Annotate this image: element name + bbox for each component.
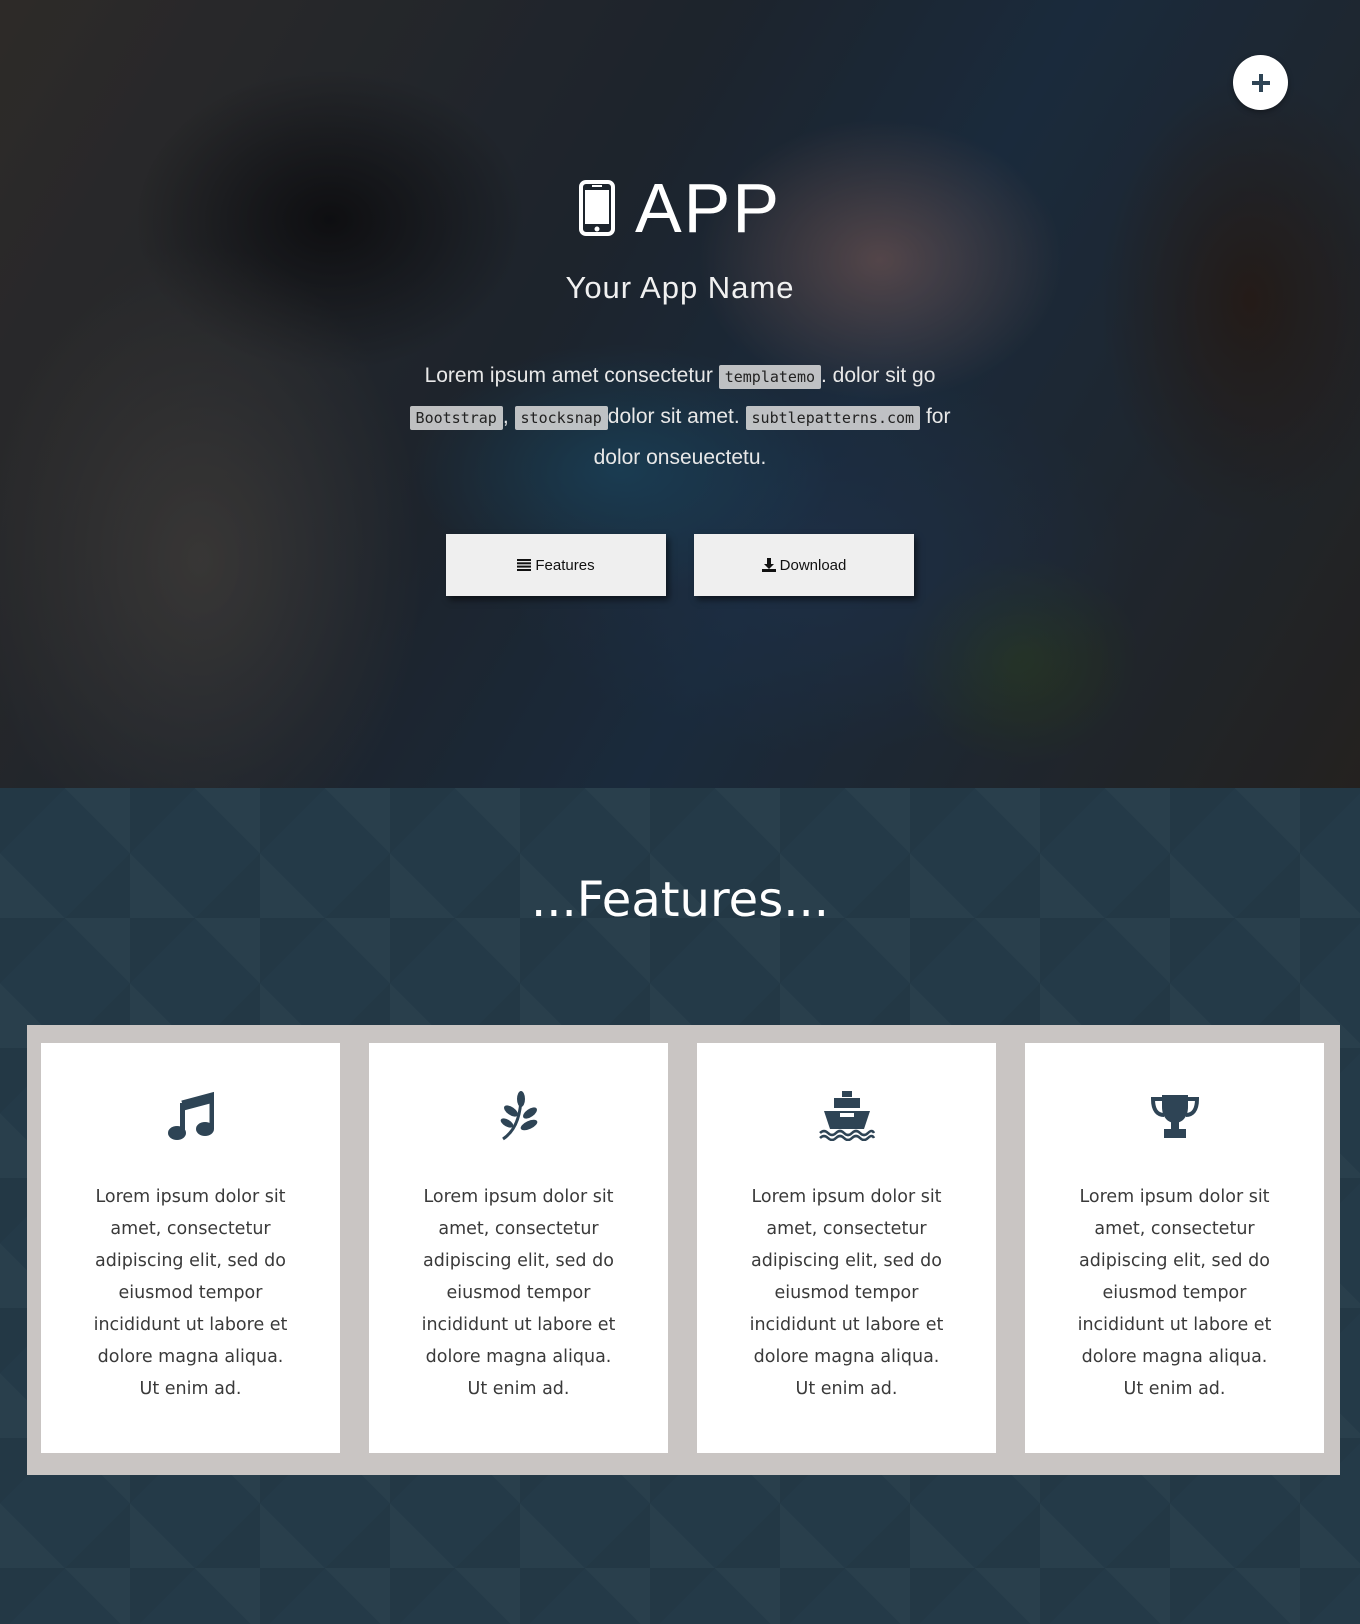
- download-button-label: Download: [779, 556, 847, 574]
- app-title-text: APP: [634, 169, 782, 247]
- ship-icon: [818, 1091, 875, 1141]
- hero-section: APP Your App Name Lorem ipsum amet conse…: [0, 0, 1360, 788]
- features-button-label: Features: [535, 556, 595, 574]
- feature-card: Lorem ipsum dolor sit amet, consectetur …: [369, 1043, 668, 1453]
- feature-card: Lorem ipsum dolor sit amet, consectetur …: [697, 1043, 996, 1453]
- features-title: ...Features...: [531, 872, 829, 928]
- code-templatemo: templatemo: [718, 365, 822, 389]
- feature-card-text: Lorem ipsum dolor sit amet, consectetur …: [1077, 1187, 1272, 1399]
- leaf-icon: [500, 1091, 537, 1141]
- trophy-icon: [1150, 1095, 1199, 1138]
- features-button[interactable]: Features: [446, 534, 666, 596]
- list-icon: [517, 559, 532, 571]
- feature-card-text: Lorem ipsum dolor sit amet, consectetur …: [93, 1187, 288, 1399]
- code-subtlepatterns: subtlepatterns.com: [745, 406, 921, 430]
- description-text-3: ,: [502, 405, 509, 428]
- code-stocksnap: stocksnap: [514, 406, 608, 430]
- download-button[interactable]: Download: [694, 534, 914, 596]
- app-description: Lorem ipsum amet consectetur templatemo.…: [400, 356, 960, 478]
- hero-buttons: Features Download: [0, 534, 1360, 596]
- download-icon: [761, 558, 776, 572]
- music-icon: [167, 1091, 214, 1140]
- description-text-4: dolor sit amet.: [607, 405, 740, 428]
- feature-cards: Lorem ipsum dolor sit amet, consectetur …: [27, 1025, 1340, 1475]
- feature-card-text: Lorem ipsum dolor sit amet, consectetur …: [421, 1187, 616, 1399]
- app-subtitle: Your App Name: [565, 270, 795, 305]
- code-bootstrap: Bootstrap: [409, 406, 503, 430]
- hero-content: APP Your App Name Lorem ipsum amet conse…: [0, 0, 1360, 596]
- description-text-2: . dolor sit go: [821, 364, 936, 387]
- mobile-phone-icon: [578, 180, 615, 236]
- features-section: ...Features... Lorem ipsum dolor sit ame…: [0, 788, 1360, 1624]
- feature-card: Lorem ipsum dolor sit amet, consectetur …: [1025, 1043, 1324, 1453]
- description-text-1: Lorem ipsum amet consectetur: [424, 364, 713, 387]
- app-title: APP: [0, 168, 1360, 248]
- feature-card: Lorem ipsum dolor sit amet, consectetur …: [41, 1043, 340, 1453]
- feature-card-text: Lorem ipsum dolor sit amet, consectetur …: [749, 1187, 944, 1399]
